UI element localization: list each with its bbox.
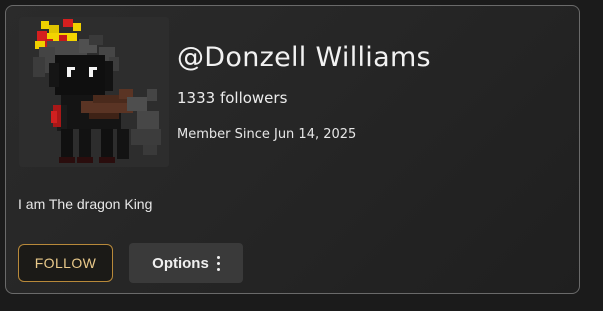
pixel-dragon-avatar-icon: [19, 17, 169, 167]
options-button[interactable]: Options: [129, 243, 243, 283]
more-vertical-icon: [216, 255, 220, 271]
options-button-label: Options: [152, 254, 209, 272]
follow-button-label: FOLLOW: [34, 255, 97, 271]
profile-card: @Donzell Williams 1333 followers Member …: [5, 5, 580, 294]
username: @Donzell Williams: [177, 42, 431, 73]
profile-bio: I am The dragon King: [18, 196, 153, 212]
follow-button[interactable]: FOLLOW: [18, 244, 113, 282]
member-since: Member Since Jun 14, 2025: [177, 127, 357, 142]
avatar[interactable]: [19, 17, 169, 167]
follower-count: 1333 followers: [177, 89, 288, 107]
